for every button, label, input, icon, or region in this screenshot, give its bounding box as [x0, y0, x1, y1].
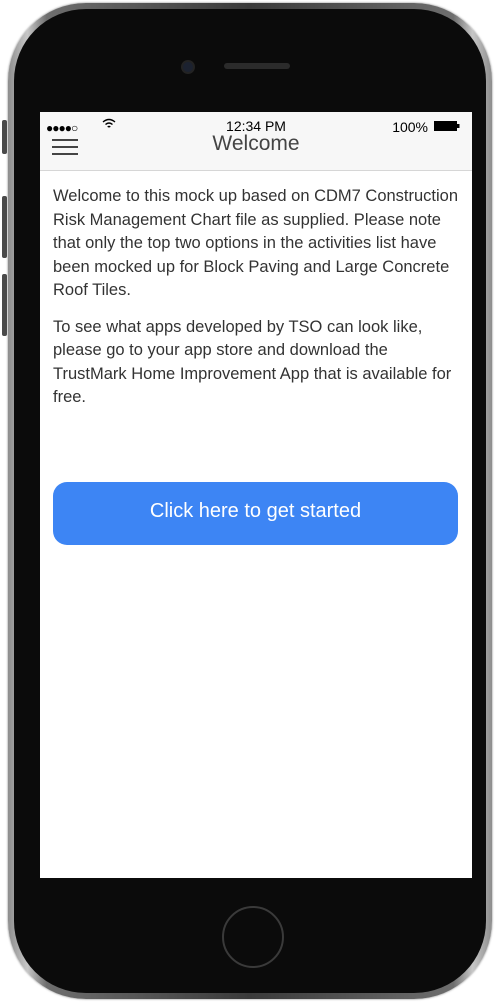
intro-paragraph: Welcome to this mock up based on CDM7 Co…: [53, 187, 459, 299]
navigation-bar: ●●●●○ 12:34 PM 100% Welcome: [40, 112, 472, 171]
mute-switch: [2, 120, 7, 154]
welcome-content: Welcome to this mock up based on CDM7 Co…: [53, 185, 459, 423]
app-store-paragraph: To see what apps developed by TSO can lo…: [53, 317, 452, 407]
page-title: Welcome: [212, 132, 300, 155]
volume-down-button: [2, 274, 7, 336]
volume-up-button: [2, 196, 7, 258]
battery-icon: [434, 121, 460, 131]
app-screen: ●●●●○ 12:34 PM 100% Welcome Welcome to t…: [40, 112, 472, 878]
earpiece-speaker: [224, 63, 290, 69]
get-started-button[interactable]: Click here to get started: [53, 482, 458, 545]
home-button[interactable]: [222, 906, 284, 968]
front-camera: [183, 62, 193, 72]
